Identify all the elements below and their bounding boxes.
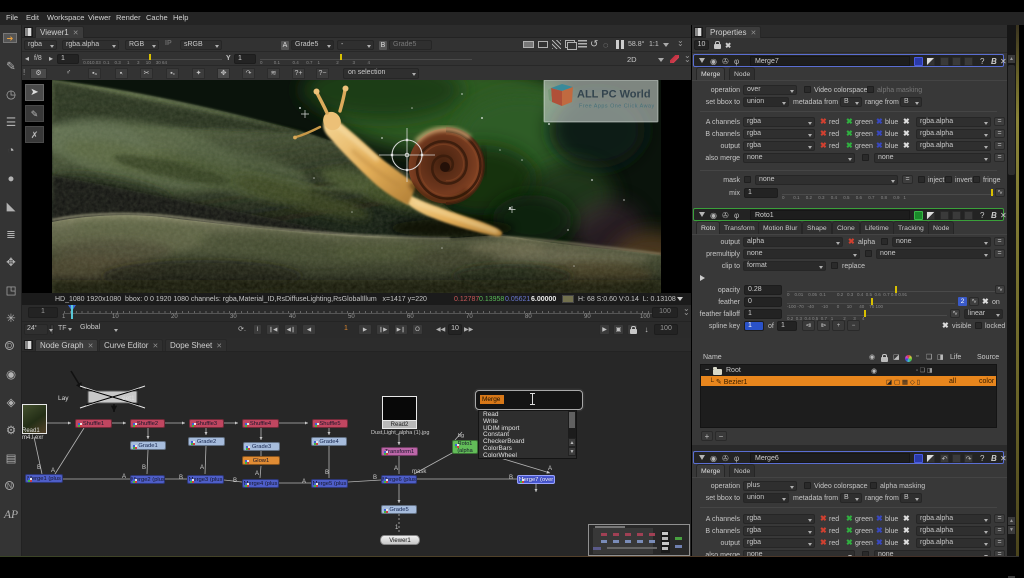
svg-text:Lay: Lay: [58, 395, 69, 402]
svg-text:ALL PC World: ALL PC World: [577, 89, 651, 101]
svg-text:eet1: eet1: [122, 395, 135, 402]
svg-text:Free Apps One Click Away: Free Apps One Click Away: [579, 104, 655, 110]
